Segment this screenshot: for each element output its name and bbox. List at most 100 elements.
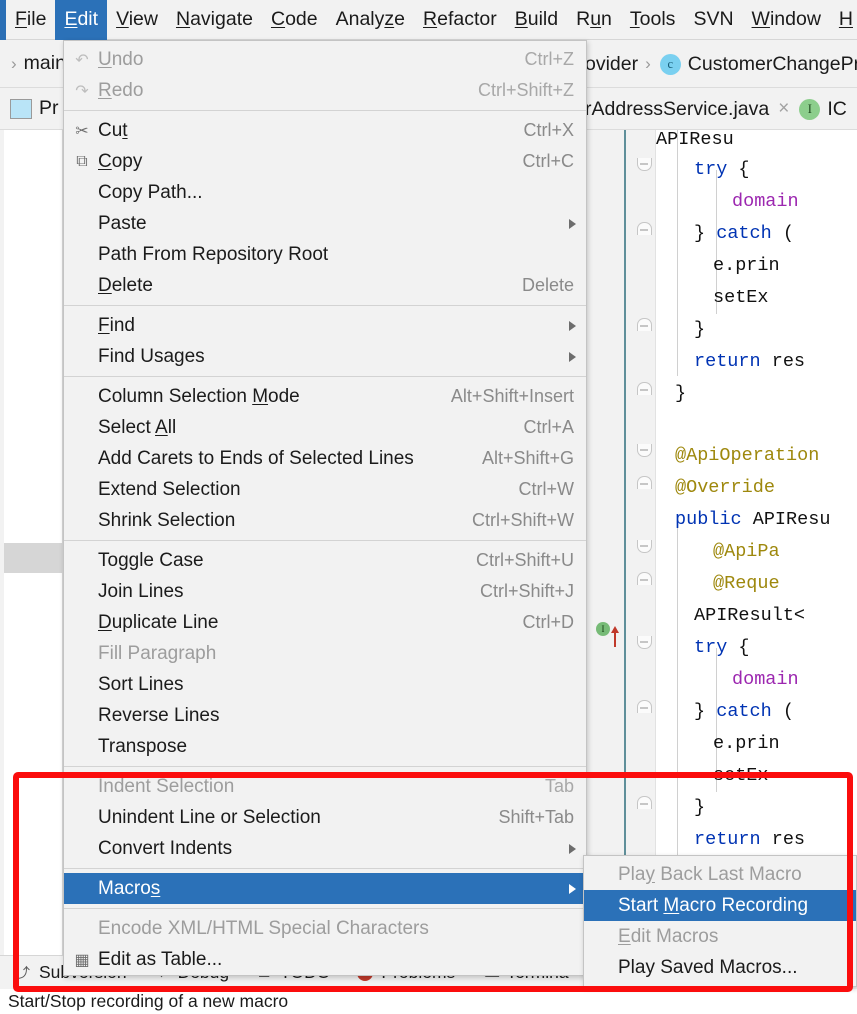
submenu-item-play-back-last-macro: Play Back Last Macro <box>584 859 856 890</box>
fold-marker[interactable] <box>637 572 652 585</box>
menu-item-find-usages[interactable]: Find Usages <box>64 341 586 372</box>
menu-item-copy-path[interactable]: Copy Path... <box>64 177 586 208</box>
menu-item-delete[interactable]: Delete Delete <box>64 270 586 301</box>
menubar-item-refactor[interactable]: Refactor <box>414 0 506 40</box>
menu-item-unindent-line-or-selection[interactable]: Unindent Line or Selection Shift+Tab <box>64 802 586 833</box>
menu-item-copy[interactable]: ⧉ Copy Ctrl+C <box>64 146 586 177</box>
fold-marker[interactable] <box>637 318 652 331</box>
edit-menu-dropdown[interactable]: ↶ Undo Ctrl+Z ↷ Redo Ctrl+Shift+Z ✂ Cut Ctrl+X ⧉ C… <box>63 40 587 976</box>
fold-marker[interactable] <box>637 476 652 489</box>
menu-item-macros[interactable]: Macros <box>64 873 586 904</box>
menu-item-toggle-case[interactable]: Toggle Case Ctrl+Shift+U <box>64 545 586 576</box>
menu-item-transpose[interactable]: Transpose <box>64 731 586 762</box>
menubar-item-label: Run <box>576 8 612 30</box>
code-line: domain <box>732 664 799 696</box>
menubar-item-code[interactable]: Code <box>262 0 327 40</box>
menu-item-path-from-repository-root[interactable]: Path From Repository Root <box>64 239 586 270</box>
breadcrumb-right[interactable]: ovider › c CustomerChangePr <box>585 40 857 88</box>
menu-item-label: Path From Repository Root <box>98 243 329 265</box>
code-token: } catch ( <box>694 223 794 244</box>
menu-item-label: Encode XML/HTML Special Characters <box>98 917 429 939</box>
fold-marker[interactable] <box>637 700 652 713</box>
menu-item-label: Indent Selection <box>98 775 235 797</box>
fold-marker[interactable] <box>637 444 652 457</box>
menu-item-shortcut: Ctrl+W <box>518 479 575 499</box>
macros-submenu[interactable]: Play Back Last Macro Start Macro Recordin… <box>583 855 857 987</box>
menu-separator <box>64 908 586 909</box>
menubar-item-analyze[interactable]: Analyze <box>327 0 414 40</box>
menu-item-reverse-lines[interactable]: Reverse Lines <box>64 700 586 731</box>
project-selected-row[interactable] <box>4 543 63 573</box>
menubar-item-navigate[interactable]: Navigate <box>167 0 262 40</box>
status-bar: Start/Stop recording of a new macro <box>0 989 857 1014</box>
submenu-item-start-macro-recording[interactable]: Start Macro Recording <box>584 890 856 921</box>
menubar-item-run[interactable]: Run <box>567 0 621 40</box>
code-line: } <box>694 792 705 824</box>
subversion-icon: ⤴ <box>16 964 30 981</box>
menu-item-encode-xml-html-special-characters: Encode XML/HTML Special Characters <box>64 913 586 944</box>
code-line: setEx <box>713 282 769 314</box>
menu-item-cut[interactable]: ✂ Cut Ctrl+X <box>64 115 586 146</box>
editor-tab-1[interactable]: rAddressService.java <box>585 98 769 121</box>
menu-item-edit-as-table[interactable]: ▦ Edit as Table... <box>64 944 586 975</box>
fold-marker[interactable] <box>637 158 652 171</box>
menu-separator <box>64 868 586 869</box>
breadcrumb-module: main <box>23 52 66 74</box>
project-icon <box>10 98 32 119</box>
menu-item-add-carets-to-ends-of-selected-lines[interactable]: Add Carets to Ends of Selected Lines Alt+… <box>64 443 586 474</box>
menubar-item-view[interactable]: View <box>107 0 167 40</box>
project-tool-tab[interactable]: Pr <box>0 97 59 120</box>
menubar-item-tools[interactable]: Tools <box>621 0 685 40</box>
menu-separator <box>64 376 586 377</box>
submenu-item-play-saved-macros[interactable]: Play Saved Macros... <box>584 952 856 983</box>
menu-item-join-lines[interactable]: Join Lines Ctrl+Shift+J <box>64 576 586 607</box>
code-line: e.prin <box>713 728 780 760</box>
fold-marker[interactable] <box>637 636 652 649</box>
menubar-item-h[interactable]: H <box>830 0 857 40</box>
menu-item-label: Fill Paragraph <box>98 642 217 664</box>
menubar-item-window[interactable]: Window <box>743 0 830 40</box>
menubar-item-file[interactable]: File <box>6 0 55 40</box>
undo-icon: ↶ <box>75 51 89 69</box>
scissors-icon: ✂ <box>75 122 89 140</box>
fold-marker[interactable] <box>637 796 652 809</box>
menu-item-select-all[interactable]: Select All Ctrl+A <box>64 412 586 443</box>
fold-marker[interactable] <box>637 382 652 395</box>
editor-gutter[interactable]: I <box>586 130 656 955</box>
menu-item-column-selection-mode[interactable]: Column Selection Mode Alt+Shift+Insert <box>64 381 586 412</box>
menubar-item-svn[interactable]: SVN <box>684 0 742 40</box>
code-token: try { <box>694 637 750 658</box>
menubar-item-edit[interactable]: Edit <box>55 0 108 40</box>
code-line: domain <box>732 186 799 218</box>
menu-item-duplicate-line[interactable]: Duplicate Line Ctrl+D <box>64 607 586 638</box>
menubar-item-build[interactable]: Build <box>506 0 567 40</box>
submenu-item-label: Edit Macros <box>618 925 719 947</box>
menu-item-label: Select All <box>98 416 177 438</box>
project-tool-window[interactable] <box>0 130 63 955</box>
menu-item-paste[interactable]: Paste <box>64 208 586 239</box>
fold-marker[interactable] <box>637 222 652 235</box>
code-editor[interactable]: I APIResu try {domain} catch (e.prin setEx… <box>586 130 857 955</box>
code-token: @Override <box>675 477 775 498</box>
code-text[interactable]: APIResu try {domain} catch (e.prin setEx} r… <box>656 130 857 955</box>
menu-item-shortcut: Tab <box>544 776 574 796</box>
close-icon[interactable]: × <box>769 98 799 120</box>
code-token: } <box>694 797 706 818</box>
chevron-right-icon: › <box>645 54 651 73</box>
menu-item-shortcut: Ctrl+A <box>523 417 574 437</box>
implementing-method-marker[interactable]: I <box>596 622 619 647</box>
menu-item-sort-lines[interactable]: Sort Lines <box>64 669 586 700</box>
fold-marker[interactable] <box>637 540 652 553</box>
code-line: } catch ( <box>694 218 794 250</box>
chevron-right-icon <box>569 843 576 854</box>
menu-item-extend-selection[interactable]: Extend Selection Ctrl+W <box>64 474 586 505</box>
submenu-item-label: Start Macro Recording <box>618 894 809 916</box>
table-icon: ▦ <box>74 951 90 969</box>
menu-item-label: Copy <box>98 150 143 172</box>
menu-item-find[interactable]: Find <box>64 310 586 341</box>
menu-item-shrink-selection[interactable]: Shrink Selection Ctrl+Shift+W <box>64 505 586 536</box>
menu-item-convert-indents[interactable]: Convert Indents <box>64 833 586 864</box>
main-menu-bar: File Edit View Navigate Code Analyze Refactor B… <box>0 0 857 40</box>
editor-tab-2[interactable]: IC <box>827 98 847 121</box>
breadcrumb-left[interactable]: › main <box>0 52 66 75</box>
